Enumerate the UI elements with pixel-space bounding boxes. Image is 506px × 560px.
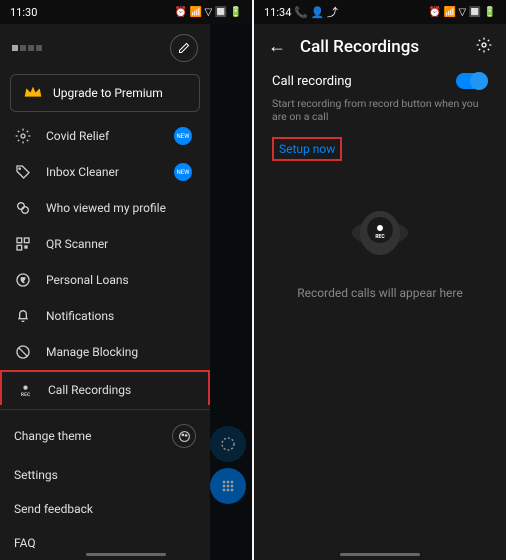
edit-profile-button[interactable] [170, 34, 198, 62]
toggle-row: Call recording [254, 69, 506, 93]
menu-item-label: Notifications [46, 309, 114, 323]
new-badge-icon: NEW [174, 163, 192, 181]
menu-item-who-viewed-my-profile[interactable]: Who viewed my profile [0, 190, 210, 226]
phone-left: 11:30 ⏰ 📶 ▽ 🔲 🔋 Upgrade to Premi [0, 0, 252, 560]
change-theme-button[interactable]: Change theme [0, 414, 210, 458]
menu-item-label: Inbox Cleaner [46, 165, 119, 179]
qr-icon [14, 235, 32, 253]
menu-item-notifications[interactable]: Notifications [0, 298, 210, 334]
status-time: 11:34 📞 👤 ⤴ [264, 4, 338, 20]
screen-header: ← Call Recordings [254, 24, 506, 69]
back-button[interactable]: ← [268, 36, 286, 57]
settings-button[interactable]: Settings [0, 458, 210, 492]
avatar-placeholder [12, 45, 42, 51]
rec-icon: REC [16, 381, 34, 399]
status-bar: 11:30 ⏰ 📶 ▽ 🔲 🔋 [0, 0, 252, 24]
nav-indicator [86, 553, 166, 556]
menu-item-label: Call Recordings [48, 383, 131, 397]
menu-item-label: Personal Loans [46, 273, 129, 287]
menu-item-inbox-cleaner[interactable]: Inbox Cleaner NEW [0, 154, 210, 190]
fab-chat[interactable] [210, 426, 246, 462]
menu-item-label: Who viewed my profile [46, 201, 166, 215]
tag-icon [14, 163, 32, 181]
bottom-section: Change theme Settings Send feedback FAQ [0, 409, 210, 560]
nav-indicator [340, 553, 420, 556]
toggle-description: Start recording from record button when … [254, 93, 506, 127]
svg-text:REC: REC [375, 234, 385, 240]
status-time: 11:30 [10, 6, 37, 19]
circles-icon [14, 199, 32, 217]
menu-item-personal-loans[interactable]: ₹ Personal Loans [0, 262, 210, 298]
send-feedback-button[interactable]: Send feedback [0, 492, 210, 526]
navigation-drawer: Upgrade to Premium Covid ReliefNEWInbox … [0, 24, 210, 560]
settings-icon[interactable] [476, 37, 492, 57]
menu-item-covid-relief[interactable]: Covid Relief NEW [0, 118, 210, 154]
palette-icon [172, 424, 196, 448]
phone-right: 11:34 📞 👤 ⤴ ⏰ 📶 ▽ 🔲 🔋 ← Call Recordings … [254, 0, 506, 560]
menu-list: Covid Relief NEW Inbox Cleaner NEW Who viewe… [0, 118, 210, 405]
block-icon [14, 343, 32, 361]
call-recordings-screen: ← Call Recordings Call recording Start r… [254, 24, 506, 560]
menu-item-label: Manage Blocking [46, 345, 138, 359]
drawer-header [0, 24, 210, 68]
fab-stack [210, 420, 246, 510]
page-title: Call Recordings [300, 37, 462, 57]
svg-text:₹: ₹ [21, 277, 25, 285]
setup-now-link[interactable]: Setup now [272, 137, 342, 161]
bell-icon [14, 307, 32, 325]
rec-illustration-icon: REC [335, 198, 425, 272]
underlying-screen [210, 24, 252, 560]
empty-state: REC Recorded calls will appear here [254, 198, 506, 300]
svg-text:REC: REC [20, 392, 30, 398]
menu-item-qr-scanner[interactable]: QR Scanner [0, 226, 210, 262]
menu-item-call-recordings[interactable]: REC Call Recordings [0, 370, 210, 405]
empty-state-text: Recorded calls will appear here [254, 286, 506, 300]
status-icons: ⏰ 📶 ▽ 🔲 🔋 [429, 7, 496, 18]
menu-item-manage-blocking[interactable]: Manage Blocking [0, 334, 210, 370]
status-bar: 11:34 📞 👤 ⤴ ⏰ 📶 ▽ 🔲 🔋 [254, 0, 506, 24]
menu-item-label: QR Scanner [46, 237, 108, 251]
toggle-label: Call recording [272, 74, 352, 89]
upgrade-premium-button[interactable]: Upgrade to Premium [10, 74, 200, 112]
menu-item-label: Covid Relief [46, 129, 109, 143]
crown-icon [23, 85, 43, 101]
coin-icon: ₹ [14, 271, 32, 289]
gear-icon [14, 127, 32, 145]
status-icons: ⏰ 📶 ▽ 🔲 🔋 [175, 7, 242, 18]
fab-dial[interactable] [210, 468, 246, 504]
call-recording-toggle[interactable] [456, 73, 488, 89]
premium-label: Upgrade to Premium [53, 86, 163, 100]
new-badge-icon: NEW [174, 127, 192, 145]
